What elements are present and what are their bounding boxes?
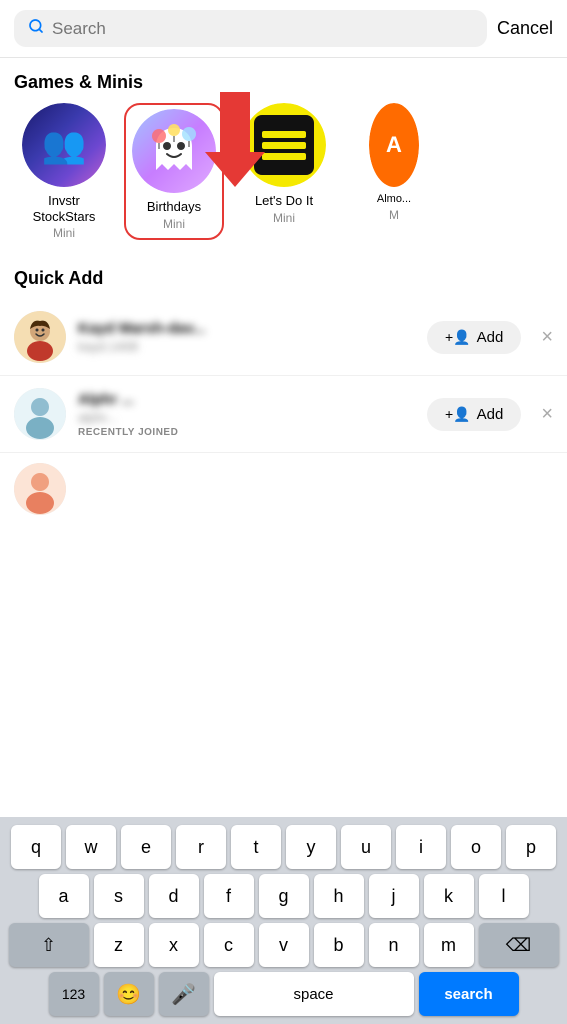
add-icon-user1: +👤 bbox=[445, 329, 471, 346]
add-button-user2[interactable]: +👤 Add bbox=[427, 398, 521, 431]
letsdo-type: Mini bbox=[273, 211, 295, 225]
key-b[interactable]: b bbox=[314, 923, 364, 967]
key-h[interactable]: h bbox=[314, 874, 364, 918]
key-p[interactable]: p bbox=[506, 825, 556, 869]
invstr-icon: 👥 bbox=[22, 103, 106, 187]
quick-add-item-user2: Alphr ... alphr... RECENTLY JOINED +👤 Ad… bbox=[0, 376, 567, 453]
birthdays-type: Mini bbox=[163, 217, 185, 231]
dismiss-button-user1[interactable]: × bbox=[541, 326, 553, 349]
search-bar: Cancel bbox=[0, 0, 567, 58]
key-x[interactable]: x bbox=[149, 923, 199, 967]
key-g[interactable]: g bbox=[259, 874, 309, 918]
add-icon-user2: +👤 bbox=[445, 406, 471, 423]
key-v[interactable]: v bbox=[259, 923, 309, 967]
quick-add-item-user1: Kayd Marsh-dav... kayd.1408 +👤 Add × bbox=[0, 299, 567, 376]
key-c[interactable]: c bbox=[204, 923, 254, 967]
key-r[interactable]: r bbox=[176, 825, 226, 869]
avatar-partial bbox=[14, 463, 66, 515]
game-item-invstr[interactable]: 👥 InvstrStockStars Mini bbox=[14, 103, 114, 240]
key-delete[interactable]: ⌫ bbox=[479, 923, 559, 967]
user1-info: Kayd Marsh-dav... kayd.1408 bbox=[78, 320, 415, 354]
user1-sub: kayd.1408 bbox=[78, 339, 415, 354]
games-list: 👥 InvstrStockStars Mini bbox=[0, 103, 567, 254]
almo-type: M bbox=[389, 208, 399, 222]
game-item-almo[interactable]: A Almo... M bbox=[344, 103, 444, 240]
games-section: Games & Minis 👥 InvstrStockStars Mini bbox=[0, 58, 567, 254]
add-button-user1[interactable]: +👤 Add bbox=[427, 321, 521, 354]
almo-name: Almo... bbox=[377, 193, 411, 206]
key-a[interactable]: a bbox=[39, 874, 89, 918]
keyboard-row-2: a s d f g h j k l bbox=[3, 874, 564, 918]
invstr-name: InvstrStockStars bbox=[33, 193, 96, 224]
user2-name: Alphr ... bbox=[78, 391, 415, 408]
quick-add-section: Quick Add bbox=[0, 254, 567, 525]
key-y[interactable]: y bbox=[286, 825, 336, 869]
key-u[interactable]: u bbox=[341, 825, 391, 869]
keyboard-row-bottom: 123 😊 🎤 space search bbox=[3, 972, 564, 1016]
key-emoji[interactable]: 😊 bbox=[104, 972, 154, 1016]
letsdo-name: Let's Do It bbox=[255, 193, 313, 209]
avatar-user1 bbox=[14, 311, 66, 363]
search-input-wrapper[interactable] bbox=[14, 10, 487, 47]
key-e[interactable]: e bbox=[121, 825, 171, 869]
cancel-button[interactable]: Cancel bbox=[497, 14, 553, 43]
key-i[interactable]: i bbox=[396, 825, 446, 869]
quick-add-item-partial bbox=[0, 453, 567, 525]
birthdays-icon bbox=[132, 109, 216, 193]
keyboard-row-1: q w e r t y u i o p bbox=[3, 825, 564, 869]
key-mic[interactable]: 🎤 bbox=[159, 972, 209, 1016]
key-shift[interactable]: ⇧ bbox=[9, 923, 89, 967]
avatar-user2 bbox=[14, 388, 66, 440]
key-z[interactable]: z bbox=[94, 923, 144, 967]
letsdo-icon bbox=[242, 103, 326, 187]
key-o[interactable]: o bbox=[451, 825, 501, 869]
key-j[interactable]: j bbox=[369, 874, 419, 918]
quick-add-list: Kayd Marsh-dav... kayd.1408 +👤 Add × Alp… bbox=[0, 299, 567, 525]
key-n[interactable]: n bbox=[369, 923, 419, 967]
search-input[interactable] bbox=[52, 19, 473, 39]
search-icon bbox=[28, 18, 44, 39]
key-d[interactable]: d bbox=[149, 874, 199, 918]
key-s[interactable]: s bbox=[94, 874, 144, 918]
user2-info: Alphr ... alphr... RECENTLY JOINED bbox=[78, 391, 415, 438]
key-m[interactable]: m bbox=[424, 923, 474, 967]
key-w[interactable]: w bbox=[66, 825, 116, 869]
game-item-birthdays[interactable]: Birthdays Mini bbox=[124, 103, 224, 240]
key-numbers[interactable]: 123 bbox=[49, 972, 99, 1016]
games-section-title: Games & Minis bbox=[0, 58, 567, 103]
key-t[interactable]: t bbox=[231, 825, 281, 869]
key-k[interactable]: k bbox=[424, 874, 474, 918]
user2-badge: RECENTLY JOINED bbox=[78, 427, 415, 438]
almo-icon: A bbox=[369, 103, 419, 187]
key-f[interactable]: f bbox=[204, 874, 254, 918]
key-l[interactable]: l bbox=[479, 874, 529, 918]
game-item-letsdo[interactable]: Let's Do It Mini bbox=[234, 103, 334, 240]
keyboard: q w e r t y u i o p a s d f g h j k l ⇧ … bbox=[0, 817, 567, 1024]
quick-add-title: Quick Add bbox=[0, 254, 567, 299]
key-q[interactable]: q bbox=[11, 825, 61, 869]
birthdays-name: Birthdays bbox=[147, 199, 201, 215]
invstr-type: Mini bbox=[53, 226, 75, 240]
key-space[interactable]: space bbox=[214, 972, 414, 1016]
keyboard-row-3: ⇧ z x c v b n m ⌫ bbox=[3, 923, 564, 967]
dismiss-button-user2[interactable]: × bbox=[541, 403, 553, 426]
user2-sub: alphr... bbox=[78, 410, 415, 425]
user1-name: Kayd Marsh-dav... bbox=[78, 320, 415, 337]
key-search[interactable]: search bbox=[419, 972, 519, 1016]
